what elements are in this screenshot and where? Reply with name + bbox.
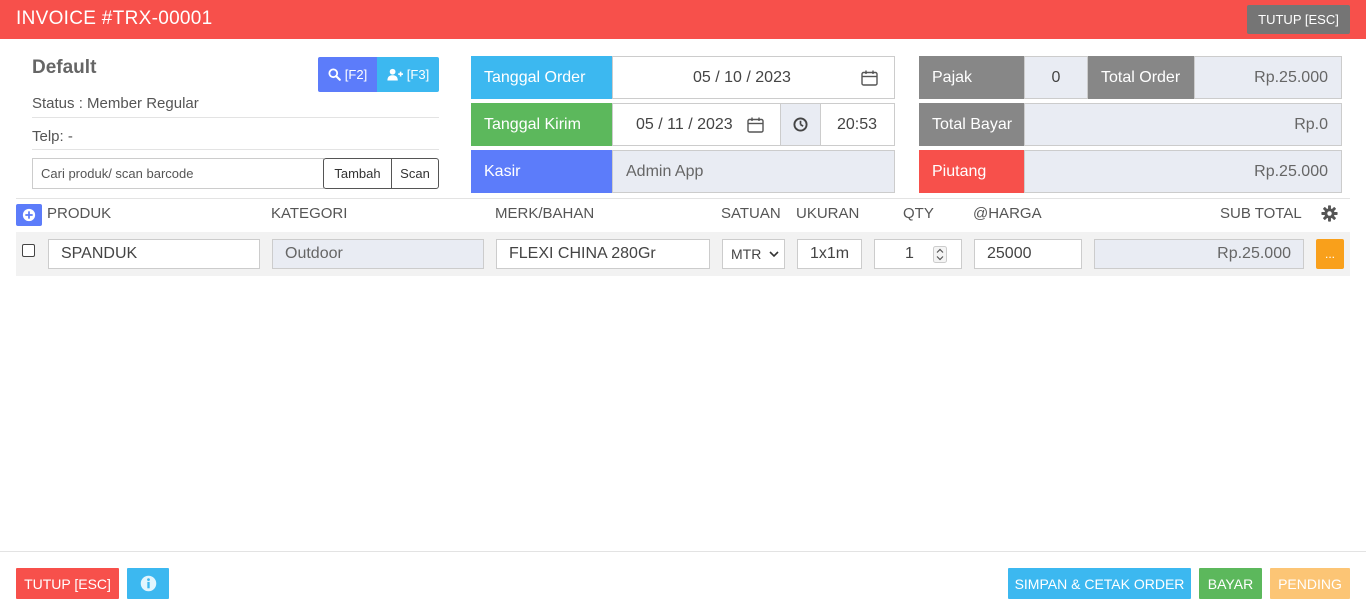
cashier-field: Admin App (612, 150, 895, 193)
unit-select[interactable]: MTR (722, 239, 785, 269)
divider (16, 198, 1350, 199)
total-paid-field: Rp.0 (1024, 103, 1342, 146)
ship-date-label: Tanggal Kirim (471, 103, 612, 146)
ship-time-field[interactable]: 20:53 (820, 103, 895, 146)
order-date-field[interactable]: 05 / 10 / 2023 (612, 56, 895, 99)
subtotal-field: Rp.25.000 (1094, 239, 1304, 269)
product-search-input[interactable]: Cari produk/ scan barcode (32, 158, 324, 189)
customer-name: Default (32, 57, 97, 78)
info-button[interactable] (127, 568, 169, 599)
spin-arrows-icon[interactable] (933, 246, 947, 263)
gear-icon[interactable] (1321, 205, 1338, 222)
row-more-button[interactable]: ... (1316, 239, 1344, 269)
product-name-input[interactable]: SPANDUK (48, 239, 260, 269)
chevron-down-icon (769, 251, 779, 258)
total-order-label: Total Order (1088, 56, 1194, 99)
pay-button[interactable]: BAYAR (1199, 568, 1262, 599)
total-order-field: Rp.25.000 (1194, 56, 1342, 99)
size-input[interactable]: 1x1m (797, 239, 862, 269)
col-header-price: @HARGA (973, 205, 1042, 222)
divider (32, 117, 439, 118)
title-bar: INVOICE #TRX-00001 TUTUP [ESC] (0, 0, 1366, 39)
col-header-qty: QTY (903, 205, 934, 222)
info-icon (140, 575, 156, 592)
ship-date-field[interactable]: 05 / 11 / 2023 (612, 103, 781, 146)
search-customer-button[interactable]: [F2] (318, 57, 377, 92)
receivable-label: Piutang (919, 150, 1024, 193)
divider (0, 551, 1366, 552)
qty-value: 1 (905, 245, 914, 262)
search-icon (328, 68, 341, 81)
divider (32, 149, 439, 150)
order-date-label: Tanggal Order (471, 56, 612, 99)
plus-circle-icon (22, 208, 36, 222)
col-header-brand: MERK/BAHAN (495, 205, 595, 222)
receivable-field: Rp.25.000 (1024, 150, 1342, 193)
order-date-value: 05 / 10 / 2023 (693, 68, 791, 86)
add-customer-label: [F3] (406, 67, 430, 82)
unit-select-value: MTR (731, 246, 762, 262)
col-header-product: PRODUK (47, 205, 112, 222)
close-button[interactable]: TUTUP [ESC] (1247, 5, 1350, 34)
col-header-unit: SATUAN (721, 205, 781, 222)
pending-button[interactable]: PENDING (1270, 568, 1350, 599)
invoice-title: INVOICE #TRX-00001 (16, 8, 213, 29)
row-checkbox[interactable] (22, 244, 35, 257)
tax-field[interactable]: 0 (1024, 56, 1088, 99)
col-header-subtotal: SUB TOTAL (1220, 205, 1302, 222)
clock-addon (780, 103, 821, 146)
col-header-size: UKURAN (796, 205, 860, 222)
add-row-button[interactable] (16, 204, 42, 226)
tax-label: Pajak (919, 56, 1024, 99)
add-product-button[interactable]: Tambah (323, 158, 392, 189)
close-footer-button[interactable]: TUTUP [ESC] (16, 568, 119, 599)
qty-stepper[interactable]: 1 (874, 239, 962, 269)
price-input[interactable]: 25000 (974, 239, 1082, 269)
user-plus-icon (387, 68, 403, 81)
member-status: Status : Member Regular (32, 95, 199, 112)
category-field: Outdoor (272, 239, 484, 269)
clock-icon (793, 117, 808, 132)
search-customer-label: [F2] (344, 67, 368, 82)
brand-input[interactable]: FLEXI CHINA 280Gr (496, 239, 710, 269)
calendar-icon[interactable] (861, 70, 878, 86)
save-print-button[interactable]: SIMPAN & CETAK ORDER (1008, 568, 1191, 599)
ship-date-value: 05 / 11 / 2023 (636, 115, 733, 133)
customer-phone: Telp: - (32, 128, 73, 145)
cashier-label: Kasir (471, 150, 612, 193)
scan-button[interactable]: Scan (391, 158, 439, 189)
total-paid-label: Total Bayar (919, 103, 1024, 146)
add-customer-button[interactable]: [F3] (377, 57, 439, 92)
col-header-category: KATEGORI (271, 205, 348, 222)
calendar-icon[interactable] (747, 117, 764, 133)
